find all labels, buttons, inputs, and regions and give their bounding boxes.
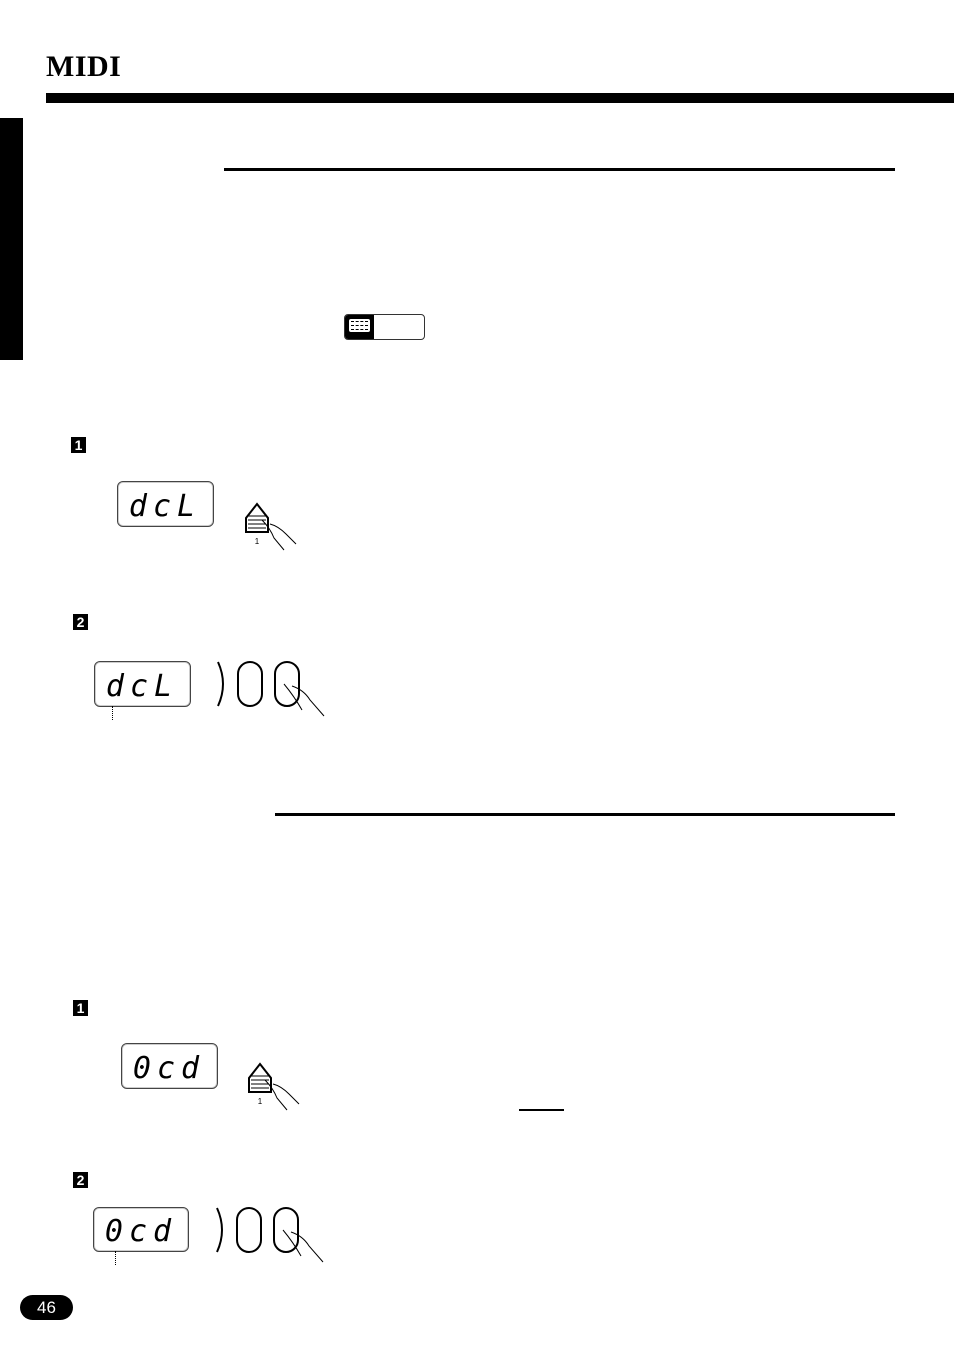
note-badge (344, 314, 425, 340)
up-arrow-button-icon[interactable]: 1 (243, 1058, 305, 1114)
lcd-text: 0cd (105, 1214, 177, 1249)
lcd-readout: dcL (106, 669, 178, 704)
svg-text:1: 1 (255, 537, 260, 546)
title-rule (46, 93, 954, 103)
dotted-leader (115, 1251, 116, 1265)
step-badge: 1 (73, 1000, 88, 1016)
lcd-readout: 0cd (133, 1051, 205, 1086)
lcd-display: dcL (94, 661, 191, 707)
section-1-rule (224, 168, 895, 171)
lcd-readout: dcL (129, 489, 201, 524)
svg-text:1: 1 (258, 1097, 263, 1106)
lcd-display: 0cd (93, 1207, 189, 1252)
step-badge: 1 (71, 437, 86, 453)
lcd-text: dcL (106, 669, 178, 704)
page-number: 46 (20, 1295, 73, 1320)
section-2-rule (275, 813, 895, 816)
step-badge: 2 (73, 614, 88, 630)
lcd-readout: 0cd (105, 1214, 177, 1249)
step-badge: 2 (73, 1172, 88, 1188)
dotted-leader (112, 706, 113, 720)
underline-mark (519, 1109, 564, 1111)
speech-bubble-note-icon (349, 319, 370, 332)
up-arrow-button-icon[interactable]: 1 (240, 498, 302, 554)
oval-buttons-icon[interactable] (213, 1206, 333, 1266)
lcd-display: dcL (117, 481, 214, 527)
lcd-text: dcL (129, 489, 201, 524)
side-tab-marker (0, 118, 23, 360)
page-title: MIDI (46, 50, 122, 83)
oval-buttons-icon[interactable] (214, 660, 334, 720)
lcd-text: 0cd (133, 1051, 205, 1086)
lcd-display: 0cd (121, 1043, 218, 1089)
